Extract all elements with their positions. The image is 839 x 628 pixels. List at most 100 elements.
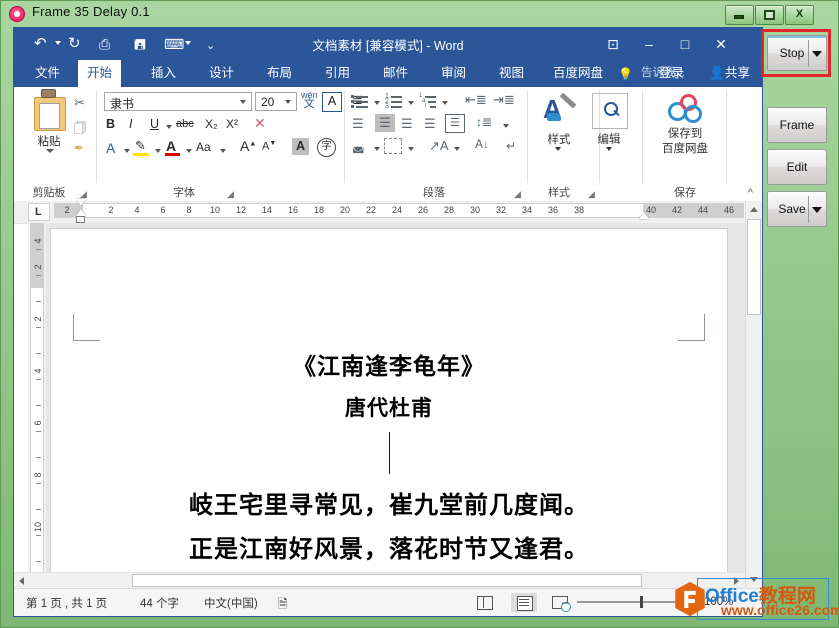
ribbon-display-options-icon[interactable]: ⊡ xyxy=(595,32,631,56)
stop-dropdown-icon[interactable] xyxy=(812,51,822,57)
font-color-dropdown-icon[interactable] xyxy=(186,149,192,153)
grow-font-icon[interactable]: A▲ xyxy=(240,138,256,154)
horizontal-scrollbar[interactable] xyxy=(14,572,745,589)
tab-design[interactable]: 设计 xyxy=(200,60,243,87)
show-formatting-marks-icon[interactable]: ↵ xyxy=(506,139,516,153)
align-center-icon[interactable]: ☰ xyxy=(375,114,395,132)
ruler-strip[interactable]: 2 2 4 6 8 10 12 14 16 18 20 22 24 26 28 … xyxy=(54,203,744,219)
proofing-errors-icon[interactable]: 🗎 xyxy=(278,595,288,616)
tab-references[interactable]: 引用 xyxy=(316,60,359,87)
share-button[interactable]: 👤共享 xyxy=(703,60,756,87)
tab-layout[interactable]: 布局 xyxy=(258,60,301,87)
zoom-slider-handle[interactable] xyxy=(640,596,643,608)
horizontal-scrollbar-thumb[interactable] xyxy=(132,574,642,587)
borders-icon[interactable] xyxy=(384,138,402,154)
document-page[interactable]: 《江南逢李龟年》 唐代杜甫 岐王宅里寻常见，崔九堂前几度闻。 正是江南好风景，落… xyxy=(51,229,727,588)
clear-formatting-icon[interactable]: ✕ xyxy=(254,115,266,132)
scissors-icon[interactable]: ✂ xyxy=(74,95,85,111)
tab-review[interactable]: 审阅 xyxy=(432,60,475,87)
superscript-button[interactable]: X² xyxy=(226,117,238,131)
sort-icon[interactable]: A↓ xyxy=(475,137,489,151)
view-read-mode-button[interactable] xyxy=(471,593,497,612)
tab-view[interactable]: 视图 xyxy=(490,60,533,87)
align-right-icon[interactable]: ☰ xyxy=(401,116,413,132)
tab-file[interactable]: 文件 xyxy=(26,60,69,87)
edit-button[interactable]: Edit xyxy=(767,149,827,185)
text-effects-icon[interactable]: A xyxy=(106,140,115,156)
strikethrough-button[interactable]: abc xyxy=(176,118,194,130)
multilevel-list-icon[interactable]: 1 a i xyxy=(419,93,437,109)
change-case-button[interactable]: Aa xyxy=(196,140,211,154)
view-print-layout-button[interactable] xyxy=(511,593,537,612)
numbered-list-dropdown-icon[interactable] xyxy=(408,101,414,105)
word-minimize-icon[interactable]: – xyxy=(631,32,667,56)
hanging-indent-marker[interactable] xyxy=(76,209,86,216)
left-indent-marker[interactable] xyxy=(76,216,85,223)
paragraph-dialog-launcher[interactable]: ◢ xyxy=(514,190,523,199)
font-name-dropdown-icon[interactable] xyxy=(240,100,246,104)
justify-icon[interactable]: ☰ xyxy=(424,116,436,132)
change-case-dropdown-icon[interactable] xyxy=(220,149,226,153)
multilevel-list-dropdown-icon[interactable] xyxy=(442,101,448,105)
zoom-slider[interactable] xyxy=(577,596,681,608)
zoom-out-button[interactable]: – xyxy=(562,595,569,609)
vertical-scrollbar-thumb[interactable] xyxy=(747,219,761,315)
tab-home[interactable]: 开始 xyxy=(78,60,122,87)
bold-button[interactable]: B xyxy=(106,117,115,131)
font-color-icon[interactable]: A xyxy=(166,138,176,154)
line-spacing-dropdown-icon[interactable] xyxy=(503,124,509,128)
font-dialog-launcher[interactable]: ◢ xyxy=(227,190,236,199)
italic-button[interactable]: I xyxy=(129,117,132,131)
outer-close-button[interactable]: X xyxy=(785,5,814,25)
frame-button[interactable]: Frame xyxy=(767,107,827,143)
align-left-icon[interactable]: ☰ xyxy=(352,116,364,132)
borders-dropdown-icon[interactable] xyxy=(408,147,414,151)
sign-in-button[interactable]: 登录 xyxy=(659,60,684,87)
styles-icon[interactable]: A xyxy=(535,92,583,129)
stop-button[interactable]: Stop xyxy=(767,35,827,71)
document-canvas[interactable]: 《江南逢李龟年》 唐代杜甫 岐王宅里寻常见，崔九堂前几度闻。 正是江南好风景，落… xyxy=(46,223,746,588)
word-count[interactable]: 44 个字 xyxy=(140,595,179,611)
page-indicator[interactable]: 第 1 页 , 共 1 页 xyxy=(26,595,107,611)
find-icon[interactable] xyxy=(592,93,628,129)
font-size-dropdown-icon[interactable] xyxy=(285,100,291,104)
styles-dropdown-icon[interactable] xyxy=(555,147,561,151)
distribute-icon[interactable]: ☰ xyxy=(445,114,465,133)
shading-icon[interactable]: ◛ xyxy=(352,138,365,154)
increase-indent-icon[interactable]: ⇥≣ xyxy=(493,92,515,108)
word-maximize-icon[interactable]: □ xyxy=(667,32,703,56)
character-shading-icon[interactable]: A xyxy=(292,138,309,155)
editing-dropdown-icon[interactable] xyxy=(606,147,612,151)
font-name-box[interactable]: 隶书 xyxy=(104,92,252,111)
decrease-indent-icon[interactable]: ⇤≣ xyxy=(465,92,487,108)
tab-baidu-netdisk[interactable]: 百度网盘 xyxy=(544,60,612,87)
highlight-color-icon[interactable]: ✎ xyxy=(135,138,146,154)
highlight-dropdown-icon[interactable] xyxy=(155,149,161,153)
shading-dropdown-icon[interactable] xyxy=(374,147,380,151)
outer-maximize-button[interactable] xyxy=(755,5,784,25)
first-line-indent-marker[interactable] xyxy=(76,199,86,206)
line-spacing-icon[interactable]: ↕≣ xyxy=(476,115,492,129)
vertical-ruler[interactable]: 4 2 2 4 6 8 10 xyxy=(28,223,46,588)
save-dropdown-icon[interactable] xyxy=(812,207,822,213)
styles-dialog-launcher[interactable]: ◢ xyxy=(588,190,597,199)
clipboard-dialog-launcher[interactable]: ◢ xyxy=(80,190,89,199)
copy-icon[interactable]: 🗍 xyxy=(74,119,86,140)
text-effects-dropdown-icon[interactable] xyxy=(124,149,130,153)
character-border-icon[interactable]: 字 xyxy=(317,138,336,157)
tab-mailings[interactable]: 邮件 xyxy=(374,60,417,87)
baidu-netdisk-icon[interactable] xyxy=(666,93,702,123)
subscript-button[interactable]: X₂ xyxy=(205,117,218,131)
asian-layout-dropdown-icon[interactable] xyxy=(454,147,460,151)
paste-button[interactable] xyxy=(32,89,66,131)
view-web-layout-button[interactable] xyxy=(548,593,574,612)
underline-dropdown-icon[interactable] xyxy=(166,125,172,129)
numbered-list-icon[interactable]: 1 2 3 xyxy=(385,93,403,110)
asian-layout-icon[interactable]: ↗A xyxy=(429,138,449,154)
tab-insert[interactable]: 插入 xyxy=(142,60,185,87)
paste-dropdown-icon[interactable] xyxy=(46,149,54,153)
collapse-ribbon-icon[interactable]: ^ xyxy=(748,187,753,199)
font-size-box[interactable]: 20 xyxy=(255,92,297,111)
underline-button[interactable]: U xyxy=(150,117,159,131)
right-indent-marker[interactable] xyxy=(639,212,649,219)
